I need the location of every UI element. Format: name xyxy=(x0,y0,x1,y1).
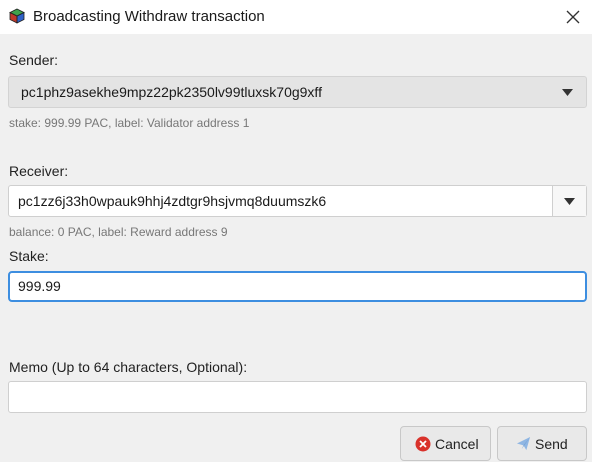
receiver-combobox[interactable]: pc1zz6j33h0wpauk9hhj4zdtgr9hsjvmq8duumsz… xyxy=(8,185,587,217)
stake-value: 999.99 xyxy=(18,278,61,294)
receiver-label: Receiver: xyxy=(9,163,69,179)
chevron-down-icon xyxy=(562,89,573,96)
receiver-input[interactable]: pc1zz6j33h0wpauk9hhj4zdtgr9hsjvmq8duumsz… xyxy=(18,193,326,209)
stake-input[interactable]: 999.99 xyxy=(8,271,587,302)
send-button[interactable]: Send xyxy=(497,426,587,461)
cancel-button-label: Cancel xyxy=(435,436,479,452)
memo-input[interactable] xyxy=(8,381,587,413)
cancel-button[interactable]: Cancel xyxy=(400,426,491,461)
chevron-down-icon xyxy=(564,198,575,205)
paper-plane-icon xyxy=(516,436,531,451)
window-title: Broadcasting Withdraw transaction xyxy=(33,8,265,25)
sender-hint: stake: 999.99 PAC, label: Validator addr… xyxy=(9,116,250,130)
title-bar: Broadcasting Withdraw transaction xyxy=(0,0,592,34)
close-button[interactable] xyxy=(560,4,586,30)
sender-value: pc1phz9asekhe9mpz22pk2350lv99tluxsk70g9x… xyxy=(21,84,322,100)
receiver-hint: balance: 0 PAC, label: Reward address 9 xyxy=(9,225,228,239)
sender-select[interactable]: pc1phz9asekhe9mpz22pk2350lv99tluxsk70g9x… xyxy=(8,76,587,108)
receiver-dropdown-button[interactable] xyxy=(552,186,586,216)
send-button-label: Send xyxy=(535,436,568,452)
sender-label: Sender: xyxy=(9,52,59,68)
stake-label: Stake: xyxy=(9,248,49,264)
memo-label: Memo (Up to 64 characters, Optional): xyxy=(9,359,248,375)
cancel-circle-x-icon xyxy=(415,436,431,452)
app-cube-icon xyxy=(9,8,25,24)
close-icon xyxy=(566,10,580,24)
